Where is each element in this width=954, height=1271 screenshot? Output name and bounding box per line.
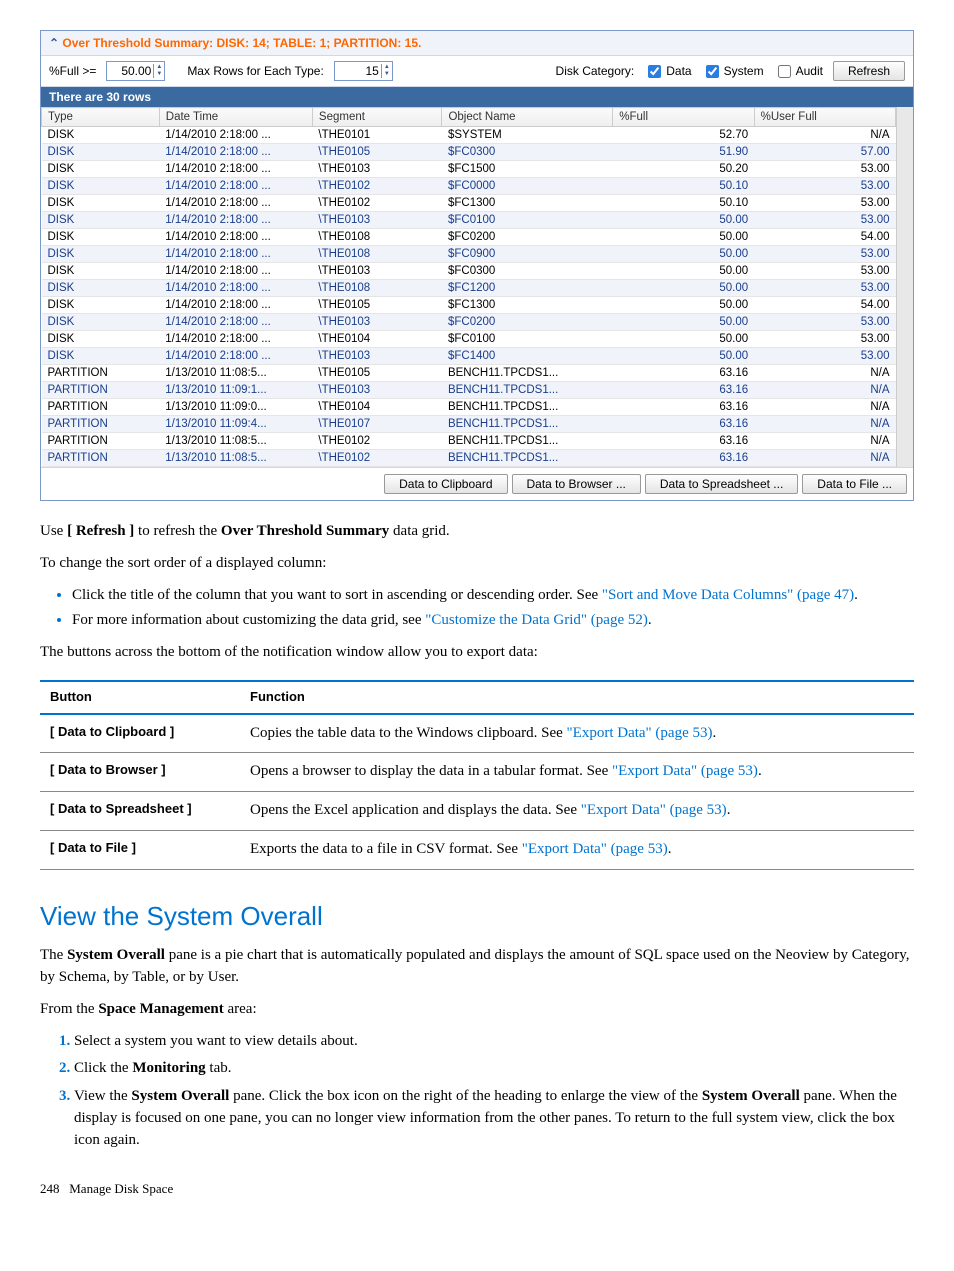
table-row: [ Data to Clipboard ]Copies the table da… [40, 714, 914, 753]
up-icon[interactable]: ▲ [382, 64, 392, 71]
refresh-ref: [ Refresh ] [67, 523, 134, 539]
checkbox-audit[interactable]: Audit [774, 62, 823, 81]
table-row[interactable]: PARTITION1/13/2010 11:08:5...\THE0105BEN… [42, 365, 896, 382]
table-row: [ Data to Browser ]Opens a browser to di… [40, 753, 914, 792]
toolbar: %Full >= ▲▼ Max Rows for Each Type: ▲▼ D… [41, 56, 913, 87]
table-row[interactable]: DISK1/14/2010 2:18:00 ...\THE0102$FC0000… [42, 178, 896, 195]
data-to-clipboard-button[interactable]: Data to Clipboard [384, 474, 507, 494]
table-row[interactable]: PARTITION1/13/2010 11:09:4...\THE0107BEN… [42, 416, 896, 433]
table-row[interactable]: DISK1/14/2010 2:18:00 ...\THE0108$FC0900… [42, 246, 896, 263]
table-row[interactable]: DISK1/14/2010 2:18:00 ...\THE0103$FC0200… [42, 314, 896, 331]
table-row[interactable]: PARTITION1/13/2010 11:09:1...\THE0103BEN… [42, 382, 896, 399]
refresh-button[interactable]: Refresh [833, 61, 905, 81]
table-row: [ Data to File ]Exports the data to a fi… [40, 830, 914, 869]
table-row[interactable]: DISK1/14/2010 2:18:00 ...\THE0108$FC1200… [42, 280, 896, 297]
data-to-browser-button[interactable]: Data to Browser ... [512, 474, 641, 494]
link-sort-columns[interactable]: "Sort and Move Data Columns" (page 47) [602, 587, 854, 603]
table-row[interactable]: PARTITION1/13/2010 11:08:5...\THE0102BEN… [42, 450, 896, 467]
col-object[interactable]: Object Name [442, 108, 613, 127]
link-export[interactable]: "Export Data" (page 53) [612, 763, 758, 779]
body-text: Use [ Refresh ] to refresh the Over Thre… [40, 521, 914, 1151]
col-type[interactable]: Type [42, 108, 160, 127]
panel-title: Over Threshold Summary: DISK: 14; TABLE:… [62, 36, 421, 50]
button-function-table: ButtonFunction [ Data to Clipboard ]Copi… [40, 680, 914, 870]
table-row[interactable]: DISK1/14/2010 2:18:00 ...\THE0101$SYSTEM… [42, 127, 896, 144]
table-row[interactable]: PARTITION1/13/2010 11:09:0...\THE0104BEN… [42, 399, 896, 416]
maxrows-input[interactable] [335, 63, 381, 79]
col-datetime[interactable]: Date Time [159, 108, 312, 127]
table-row[interactable]: DISK1/14/2010 2:18:00 ...\THE0103$FC0100… [42, 212, 896, 229]
table-row[interactable]: DISK1/14/2010 2:18:00 ...\THE0103$FC0300… [42, 263, 896, 280]
data-grid: Type Date Time Segment Object Name %Full… [41, 107, 896, 467]
export-bar: Data to Clipboard Data to Browser ... Da… [41, 467, 913, 500]
checkbox-system[interactable]: System [702, 62, 764, 81]
threshold-panel: ⌃ Over Threshold Summary: DISK: 14; TABL… [40, 30, 914, 501]
table-row[interactable]: DISK1/14/2010 2:18:00 ...\THE0102$FC1300… [42, 195, 896, 212]
step-item: Click the Monitoring tab. [74, 1058, 914, 1080]
col-userfull[interactable]: %User Full [754, 108, 895, 127]
table-row[interactable]: DISK1/14/2010 2:18:00 ...\THE0104$FC0100… [42, 331, 896, 348]
table-row[interactable]: DISK1/14/2010 2:18:00 ...\THE0105$FC1300… [42, 297, 896, 314]
panel-header: ⌃ Over Threshold Summary: DISK: 14; TABL… [41, 31, 913, 56]
table-row[interactable]: DISK1/14/2010 2:18:00 ...\THE0103$FC1400… [42, 348, 896, 365]
maxrows-spinner[interactable]: ▲▼ [334, 61, 393, 81]
link-export[interactable]: "Export Data" (page 53) [567, 725, 713, 741]
list-item: For more information about customizing t… [72, 610, 914, 632]
scrollbar[interactable] [896, 107, 913, 467]
table-row[interactable]: PARTITION1/13/2010 11:08:5...\THE0102BEN… [42, 433, 896, 450]
row-count: There are 30 rows [41, 87, 913, 107]
step-item: Select a system you want to view details… [74, 1031, 914, 1053]
col-full[interactable]: %Full [613, 108, 754, 127]
page-footer: 248 Manage Disk Space [40, 1181, 914, 1197]
maxrows-label: Max Rows for Each Type: [187, 64, 324, 78]
up-icon[interactable]: ▲ [154, 64, 164, 71]
table-row[interactable]: DISK1/14/2010 2:18:00 ...\THE0103$FC1500… [42, 161, 896, 178]
step-item: View the System Overall pane. Click the … [74, 1086, 914, 1151]
category-label: Disk Category: [556, 64, 635, 78]
full-spinner[interactable]: ▲▼ [106, 61, 165, 81]
table-row[interactable]: DISK1/14/2010 2:18:00 ...\THE0105$FC0300… [42, 144, 896, 161]
down-icon[interactable]: ▼ [382, 71, 392, 78]
col-segment[interactable]: Segment [312, 108, 442, 127]
link-export[interactable]: "Export Data" (page 53) [522, 841, 668, 857]
table-row[interactable]: DISK1/14/2010 2:18:00 ...\THE0108$FC0200… [42, 229, 896, 246]
down-icon[interactable]: ▼ [154, 71, 164, 78]
collapse-icon[interactable]: ⌃ [49, 36, 59, 50]
data-to-file-button[interactable]: Data to File ... [802, 474, 907, 494]
link-customize-grid[interactable]: "Customize the Data Grid" (page 52) [425, 612, 648, 628]
data-to-spreadsheet-button[interactable]: Data to Spreadsheet ... [645, 474, 798, 494]
full-label: %Full >= [49, 64, 96, 78]
full-input[interactable] [107, 63, 153, 79]
list-item: Click the title of the column that you w… [72, 585, 914, 607]
table-row: [ Data to Spreadsheet ]Opens the Excel a… [40, 792, 914, 831]
checkbox-data[interactable]: Data [644, 62, 691, 81]
link-export[interactable]: "Export Data" (page 53) [581, 802, 727, 818]
section-heading: View the System Overall [40, 898, 914, 936]
